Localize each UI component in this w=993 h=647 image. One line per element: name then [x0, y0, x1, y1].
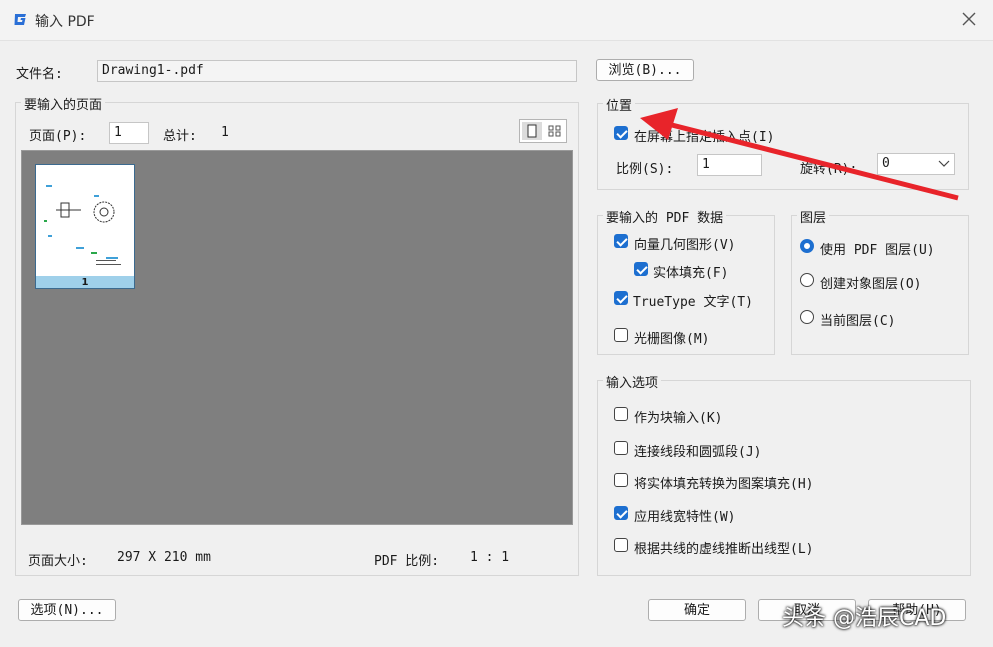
scale-label: 比例(S):: [616, 162, 674, 177]
use-pdf-layers-label[interactable]: 使用 PDF 图层(U): [820, 239, 935, 258]
rotation-label: 旋转(R):: [800, 162, 858, 177]
rotation-dropdown[interactable]: 0: [877, 153, 955, 175]
apply-lineweight-checkbox[interactable]: [614, 506, 628, 520]
solid-fill-checkbox[interactable]: [634, 262, 648, 276]
chevron-down-icon: [938, 160, 950, 167]
vector-geometry-checkbox[interactable]: [614, 234, 628, 248]
total-label: 总计:: [163, 129, 197, 144]
pages-group-title: 要输入的页面: [21, 94, 106, 113]
page-thumbnail[interactable]: [35, 164, 135, 289]
current-layer-label[interactable]: 当前图层(C): [820, 310, 895, 329]
rotation-value: 0: [882, 156, 890, 171]
truetype-text-checkbox[interactable]: [614, 291, 628, 305]
join-segments-checkbox[interactable]: [614, 441, 628, 455]
scale-input[interactable]: 1: [697, 154, 762, 176]
drawing-thumbnail-image: [44, 185, 121, 265]
use-pdf-layers-radio[interactable]: [800, 239, 814, 253]
page-label: 页面(P):: [29, 129, 87, 144]
solid-fill-label[interactable]: 实体填充(F): [653, 262, 728, 281]
pdf-data-group-title: 要输入的 PDF 数据: [603, 207, 727, 226]
total-value: 1: [221, 125, 229, 140]
import-options-group-title: 输入选项: [603, 372, 662, 391]
single-page-view-icon[interactable]: [520, 120, 544, 142]
raster-image-label[interactable]: 光栅图像(M): [634, 328, 709, 347]
vector-geometry-label[interactable]: 向量几何图形(V): [634, 234, 735, 253]
position-group-title: 位置: [603, 95, 636, 114]
insert-point-label[interactable]: 在屏幕上指定插入点(I): [634, 126, 774, 145]
app-logo-icon: [14, 14, 26, 25]
file-name-label: 文件名:: [16, 67, 63, 82]
pdf-scale-value: 1 : 1: [470, 550, 510, 565]
import-as-block-checkbox[interactable]: [614, 407, 628, 421]
raster-image-checkbox[interactable]: [614, 328, 628, 342]
import-as-block-label[interactable]: 作为块输入(K): [634, 407, 722, 426]
page-thumbnail-number: 1: [36, 276, 134, 288]
view-toggle[interactable]: [519, 119, 567, 143]
page-size-value: 297 X 210 mm: [117, 550, 211, 565]
file-name-field[interactable]: Drawing1-.pdf: [97, 60, 577, 82]
title-bar: [0, 0, 993, 41]
create-object-layers-radio[interactable]: [800, 273, 814, 287]
truetype-text-label[interactable]: TrueType 文字(T): [633, 291, 753, 310]
create-object-layers-label[interactable]: 创建对象图层(O): [820, 273, 921, 292]
insert-point-checkbox[interactable]: [614, 126, 628, 140]
pdf-scale-label: PDF 比例:: [374, 554, 440, 569]
grid-view-icon[interactable]: [544, 120, 566, 142]
apply-lineweight-label[interactable]: 应用线宽特性(W): [634, 506, 735, 525]
convert-fills-checkbox[interactable]: [614, 473, 628, 487]
page-size-label: 页面大小:: [28, 554, 88, 569]
window-title: 输入 PDF: [35, 14, 95, 30]
infer-linetypes-checkbox[interactable]: [614, 538, 628, 552]
page-input[interactable]: 1: [109, 122, 149, 144]
ok-button[interactable]: 确定: [648, 599, 746, 621]
infer-linetypes-label[interactable]: 根据共线的虚线推断出线型(L): [634, 538, 813, 557]
join-segments-label[interactable]: 连接线段和圆弧段(J): [634, 441, 761, 460]
layers-group-title: 图层: [797, 207, 830, 226]
current-layer-radio[interactable]: [800, 310, 814, 324]
options-button[interactable]: 选项(N)...: [18, 599, 116, 621]
convert-fills-label[interactable]: 将实体填充转换为图案填充(H): [634, 473, 813, 492]
close-icon[interactable]: [960, 10, 978, 28]
browse-button[interactable]: 浏览(B)...: [596, 59, 694, 81]
watermark-text: 头条 @浩辰CAD: [782, 606, 947, 631]
